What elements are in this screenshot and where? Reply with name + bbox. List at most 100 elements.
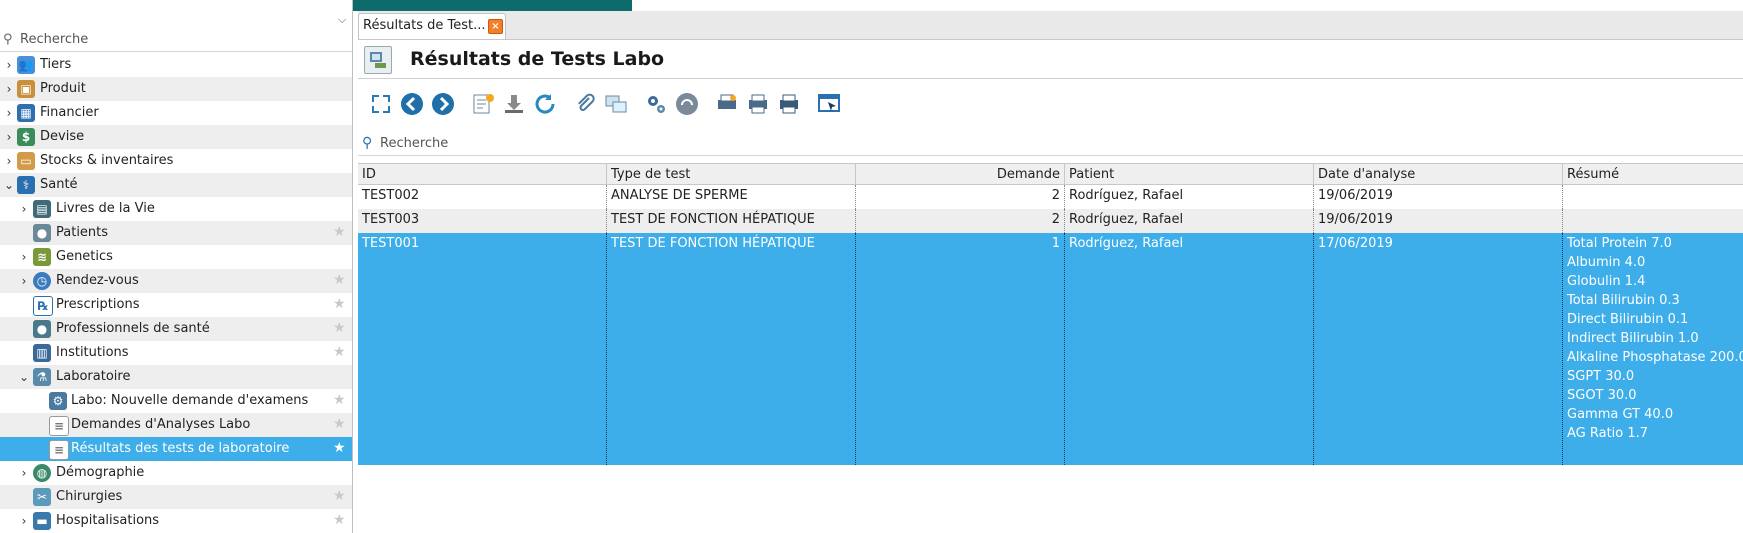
star-icon[interactable]: ★ — [333, 392, 346, 408]
resume-line: SGPT 30.0 — [1567, 369, 1635, 384]
sidebar-item-label: Tiers — [40, 57, 72, 72]
new-record-icon[interactable] — [470, 91, 496, 117]
sidebar-item-demographie[interactable]: › ◍ Démographie — [0, 461, 352, 485]
chevron-right-icon[interactable]: › — [3, 105, 15, 121]
sidebar-item-professionnels[interactable]: ● Professionnels de santé ★ — [0, 317, 352, 341]
scalpel-icon: ✂ — [33, 488, 51, 506]
sidebar-item-label: Financier — [40, 105, 99, 120]
chevron-right-icon[interactable]: › — [3, 81, 15, 97]
star-icon[interactable]: ★ — [333, 512, 346, 528]
attachment-icon[interactable] — [572, 91, 598, 117]
title-bar: Résultats de Tests Labo — [358, 42, 1743, 79]
sidebar-item-chirurgies[interactable]: ✂ Chirurgies ★ — [0, 485, 352, 509]
cell-patient: Rodríguez, Rafael — [1065, 233, 1314, 465]
chevron-right-icon[interactable]: › — [3, 129, 15, 145]
column-header-patient[interactable]: Patient — [1065, 163, 1314, 185]
chevron-down-icon[interactable]: ⌵ — [338, 13, 346, 27]
fullscreen-icon[interactable] — [368, 91, 394, 117]
cell-id: TEST002 — [358, 185, 607, 209]
sidebar-tree: › 👥 Tiers › ▣ Produit › ▦ Financier › $ … — [0, 53, 352, 533]
chevron-right-icon[interactable]: › — [3, 153, 15, 169]
cell-demande: 2 — [856, 209, 1065, 233]
star-icon[interactable]: ★ — [333, 440, 346, 456]
form-icon[interactable] — [364, 46, 392, 74]
search-input[interactable] — [380, 135, 980, 152]
column-header-resume[interactable]: Résumé — [1563, 163, 1743, 185]
table-row[interactable]: TEST003 TEST DE FONCTION HÉPATIQUE 2 Rod… — [358, 209, 1743, 233]
sidebar-item-stocks[interactable]: › ▭ Stocks & inventaires — [0, 149, 352, 173]
sidebar-item-livres[interactable]: › ▤ Livres de la Vie — [0, 197, 352, 221]
cell-resume: Total Protein 7.0 Albumin 4.0 Globulin 1… — [1563, 233, 1743, 465]
next-icon[interactable] — [430, 91, 456, 117]
gear-icon[interactable] — [643, 91, 669, 117]
sidebar-item-label: Résultats des tests de laboratoire — [71, 441, 290, 456]
chevron-right-icon[interactable]: › — [3, 57, 15, 73]
resume-line: Globulin 1.4 — [1567, 274, 1646, 289]
sidebar-item-prescriptions[interactable]: ℞ Prescriptions ★ — [0, 293, 352, 317]
tab-label: Résultats de Test... — [363, 18, 486, 33]
sidebar-item-nouvelle-demande[interactable]: ⚙ Labo: Nouvelle demande d'examens ★ — [0, 389, 352, 413]
tab-resultats[interactable]: Résultats de Test... × — [358, 13, 506, 39]
open-window-icon[interactable] — [816, 91, 842, 117]
resume-line: Total Protein 7.0 — [1567, 236, 1672, 251]
chevron-down-icon[interactable]: ⌄ — [18, 369, 30, 385]
chevron-right-icon[interactable]: › — [18, 273, 30, 289]
star-icon[interactable]: ★ — [333, 224, 346, 240]
report-icon[interactable] — [714, 91, 740, 117]
email-icon[interactable] — [745, 91, 771, 117]
chevron-right-icon[interactable]: › — [18, 249, 30, 265]
sidebar-item-hospitalisations[interactable]: › ▬ Hospitalisations ★ — [0, 509, 352, 533]
chevron-right-icon[interactable]: › — [18, 201, 30, 217]
close-icon[interactable]: × — [488, 19, 503, 34]
sidebar-item-tiers[interactable]: › 👥 Tiers — [0, 53, 352, 77]
star-icon[interactable]: ★ — [333, 320, 346, 336]
sidebar-item-financier[interactable]: › ▦ Financier — [0, 101, 352, 125]
refresh-icon[interactable] — [532, 91, 558, 117]
table-row-selected[interactable]: TEST001 TEST DE FONCTION HÉPATIQUE 1 Rod… — [358, 233, 1743, 465]
sidebar-search-input[interactable] — [20, 31, 340, 48]
chevron-down-icon[interactable]: ⌄ — [3, 177, 15, 193]
star-icon[interactable]: ★ — [333, 488, 346, 504]
previous-icon[interactable] — [399, 91, 425, 117]
toolbar — [358, 91, 1743, 121]
resume-line: Total Bilirubin 0.3 — [1567, 293, 1680, 308]
sidebar-item-devise[interactable]: › $ Devise — [0, 125, 352, 149]
resume-line: Gamma GT 40.0 — [1567, 407, 1674, 422]
sidebar-item-resultats[interactable]: ≡ Résultats des tests de laboratoire ★ — [0, 437, 352, 461]
cell-type: TEST DE FONCTION HÉPATIQUE — [607, 233, 856, 465]
save-icon[interactable] — [501, 91, 527, 117]
sidebar-item-genetics[interactable]: › ≋ Genetics — [0, 245, 352, 269]
bed-icon: ▬ — [33, 512, 51, 530]
sidebar-item-patients[interactable]: ● Patients ★ — [0, 221, 352, 245]
chevron-right-icon[interactable]: › — [18, 465, 30, 481]
sidebar-item-rendez-vous[interactable]: › ◷ Rendez-vous ★ — [0, 269, 352, 293]
chevron-right-icon[interactable]: › — [18, 513, 30, 529]
sidebar-item-demandes-analyses[interactable]: ≡ Demandes d'Analyses Labo ★ — [0, 413, 352, 437]
dna-icon: ≋ — [33, 248, 51, 266]
sidebar-item-label: Chirurgies — [56, 489, 123, 504]
star-icon[interactable]: ★ — [333, 272, 346, 288]
sidebar-item-produit[interactable]: › ▣ Produit — [0, 77, 352, 101]
sidebar-item-institutions[interactable]: ▥ Institutions ★ — [0, 341, 352, 365]
column-header-id[interactable]: ID — [358, 163, 607, 185]
star-icon[interactable]: ★ — [333, 344, 346, 360]
sidebar-item-laboratoire[interactable]: ⌄ ⚗ Laboratoire — [0, 365, 352, 389]
sidebar-item-label: Patients — [56, 225, 109, 240]
print-icon[interactable] — [776, 91, 802, 117]
currency-icon: $ — [17, 128, 35, 146]
cell-id: TEST001 — [358, 233, 607, 465]
table-row[interactable]: TEST002 ANALYSE DE SPERME 2 Rodríguez, R… — [358, 185, 1743, 209]
sidebar-item-label: Hospitalisations — [56, 513, 160, 528]
notes-icon[interactable] — [603, 91, 629, 117]
star-icon[interactable]: ★ — [333, 296, 346, 312]
star-icon[interactable]: ★ — [333, 416, 346, 432]
sidebar-item-label: Rendez-vous — [56, 273, 139, 288]
doctor-icon: ● — [33, 320, 51, 338]
main-search: ⚲ — [358, 133, 1743, 156]
column-header-demande[interactable]: Demande — [856, 163, 1065, 185]
column-header-type[interactable]: Type de test — [607, 163, 856, 185]
relate-icon[interactable] — [674, 91, 700, 117]
column-header-date[interactable]: Date d'analyse — [1314, 163, 1563, 185]
sidebar-item-sante[interactable]: ⌄ ⚕ Santé — [0, 173, 352, 197]
cell-demande: 1 — [856, 233, 1065, 465]
